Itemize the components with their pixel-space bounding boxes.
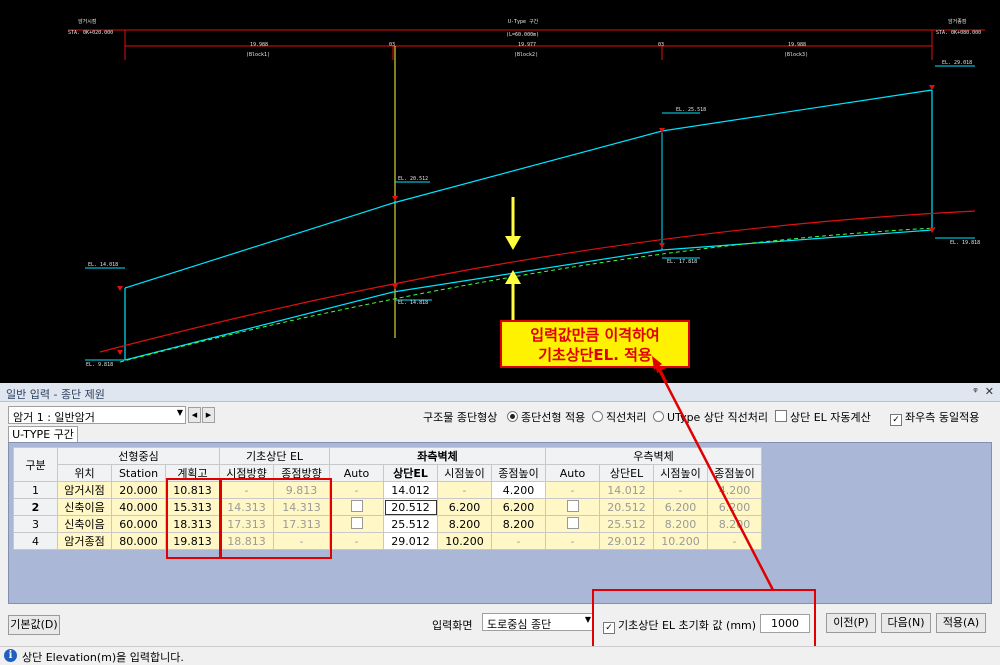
prev-culvert-button[interactable]: ◀ [188, 407, 201, 423]
culvert-select[interactable]: 암거 1 : 일반암거 ▼ [8, 406, 186, 424]
radio-utype-dot [653, 411, 664, 422]
joint-2: 03 [658, 42, 664, 48]
col-top-el2: 상단EL [599, 464, 654, 482]
col-left: 좌측벽체 [329, 447, 546, 465]
end-title: 암거종점 [948, 18, 966, 25]
init-value-text: 1000 [771, 617, 799, 630]
auto-checkbox[interactable] [350, 499, 363, 512]
el-label-g: EL. 19.818 [950, 240, 980, 246]
block1-len: 19.988 [250, 42, 268, 48]
col-gubun: 구분 [13, 447, 58, 482]
down-arrow-icon [505, 236, 521, 250]
block3-len: 19.988 [788, 42, 806, 48]
highlight-plan-column [166, 478, 221, 559]
radio-utype[interactable]: UType 상단 직선처리 [653, 409, 768, 425]
auto-checkbox[interactable] [350, 516, 363, 529]
block3-name: (Block3) [784, 52, 808, 58]
panel-titlebar: 일반 입력 - 종단 제원 ᵠ ✕ [0, 383, 1000, 402]
next-button[interactable]: 다음(N) [881, 613, 931, 633]
pin-icon[interactable]: ᵠ [973, 385, 978, 398]
status-bar: i 상단 Elevation(m)을 입력합니다. [0, 646, 1000, 665]
info-icon: i [4, 649, 17, 662]
col-start-h: 시점높이 [437, 464, 492, 482]
highlight-base-columns [220, 478, 332, 559]
data-grid: 구분 선형중심 기초상단 EL 좌측벽체 우측벽체 위치 Station 계획고… [8, 442, 992, 604]
input-screen-select[interactable]: 도로중심 종단 ▼ [482, 613, 594, 631]
input-screen-label: 입력화면 [432, 619, 473, 632]
el-label-a: EL. 29.018 [942, 60, 972, 66]
next-culvert-button[interactable]: ▶ [202, 407, 215, 423]
init-checkbox-box: ✓ [603, 622, 615, 634]
status-message: 상단 Elevation(m)을 입력합니다. [22, 651, 184, 664]
start-title: 암거시점 [78, 18, 96, 25]
input-panel: 일반 입력 - 종단 제원 ᵠ ✕ 암거 1 : 일반암거 ▼ ◀ ▶ 구조물 … [0, 383, 1000, 665]
table-row[interactable]: 3 신축이음 60.000 18.313 17.313 17.313 25.51… [13, 515, 762, 533]
start-sta: STA. 0K+020.000 [68, 30, 113, 36]
shape-label: 구조물 종단형상 [423, 411, 498, 424]
col-center: 선형중심 [57, 447, 220, 465]
chk-auto-el-box [775, 410, 787, 422]
tab-utype[interactable]: U-TYPE 구간 [8, 426, 78, 443]
end-sta: STA. 0K+080.000 [936, 30, 981, 36]
culvert-select-value: 암거 1 : 일반암거 [13, 411, 95, 424]
init-checkbox[interactable]: ✓ 기초상단 EL 초기화 값 (mm) [603, 617, 756, 634]
init-value-input[interactable]: 1000 [760, 614, 810, 633]
el-label-f: EL. 17.818 [667, 259, 697, 265]
col-right: 우측벽체 [545, 447, 762, 465]
col-top-el: 상단EL [383, 464, 438, 482]
table-row[interactable]: 2 신축이음 40.000 15.313 14.313 14.313 20.51… [13, 498, 762, 516]
callout-line2: 기초상단EL. 적용 [538, 346, 652, 364]
profile-table: 구분 선형중심 기초상단 EL 좌측벽체 우측벽체 위치 Station 계획고… [13, 447, 762, 550]
chk-same-box: ✓ [890, 414, 902, 426]
panel-title: 일반 입력 - 종단 제원 [6, 388, 105, 401]
col-auto: Auto [329, 464, 384, 482]
col-end-h: 종점높이 [491, 464, 546, 482]
close-icon[interactable]: ✕ [985, 385, 994, 398]
table-row[interactable]: 1 암거시점 20.000 10.813 - 9.813 - 14.012 - … [13, 481, 762, 499]
radio-straight-dot [592, 411, 603, 422]
prev-button[interactable]: 이전(P) [826, 613, 876, 633]
col-end-h2: 종점높이 [707, 464, 762, 482]
chevron-down-icon: ▼ [584, 615, 591, 624]
block1-name: (Block1) [246, 52, 270, 58]
center-title: U-Type 구간 [508, 18, 539, 25]
chevron-down-icon: ▼ [176, 408, 183, 417]
input-screen-value: 도로중심 종단 [487, 618, 552, 631]
default-button[interactable]: 기본값(D) [8, 615, 60, 635]
col-station: Station [111, 464, 166, 482]
radio-profile[interactable]: 종단선형 적용 [507, 409, 585, 425]
radio-profile-dot [507, 411, 518, 422]
col-start-h2: 시점높이 [653, 464, 708, 482]
auto-checkbox[interactable] [566, 516, 579, 529]
el-label-h: EL. 9.818 [86, 362, 113, 368]
block2-name: (Block2) [514, 52, 538, 58]
apply-button[interactable]: 적용(A) [936, 613, 986, 633]
el-label-c: EL. 20.512 [398, 176, 428, 182]
el-label-e: EL. 14.818 [398, 300, 428, 306]
callout-box: 입력값만큼 이격하여 기초상단EL. 적용 [500, 320, 690, 368]
center-len: (L=60.000m) [506, 32, 539, 38]
auto-checkbox[interactable] [566, 499, 579, 512]
joint-1: 03 [389, 42, 395, 48]
el-label-b: EL. 25.518 [676, 107, 706, 113]
block2-len: 19.977 [518, 42, 536, 48]
col-base: 기초상단 EL [219, 447, 330, 465]
chk-auto-el[interactable]: 상단 EL 자동계산 [775, 409, 871, 425]
radio-straight[interactable]: 직선처리 [592, 409, 646, 425]
table-row[interactable]: 4 암거종점 80.000 19.813 18.813 - - 29.012 1… [13, 532, 762, 550]
col-pos: 위치 [57, 464, 112, 482]
el-label-d: EL. 14.018 [88, 262, 118, 268]
chk-same[interactable]: ✓ 좌우측 동일적용 [890, 409, 979, 426]
callout-line1: 입력값만큼 이격하여 [530, 326, 660, 344]
col-auto2: Auto [545, 464, 600, 482]
